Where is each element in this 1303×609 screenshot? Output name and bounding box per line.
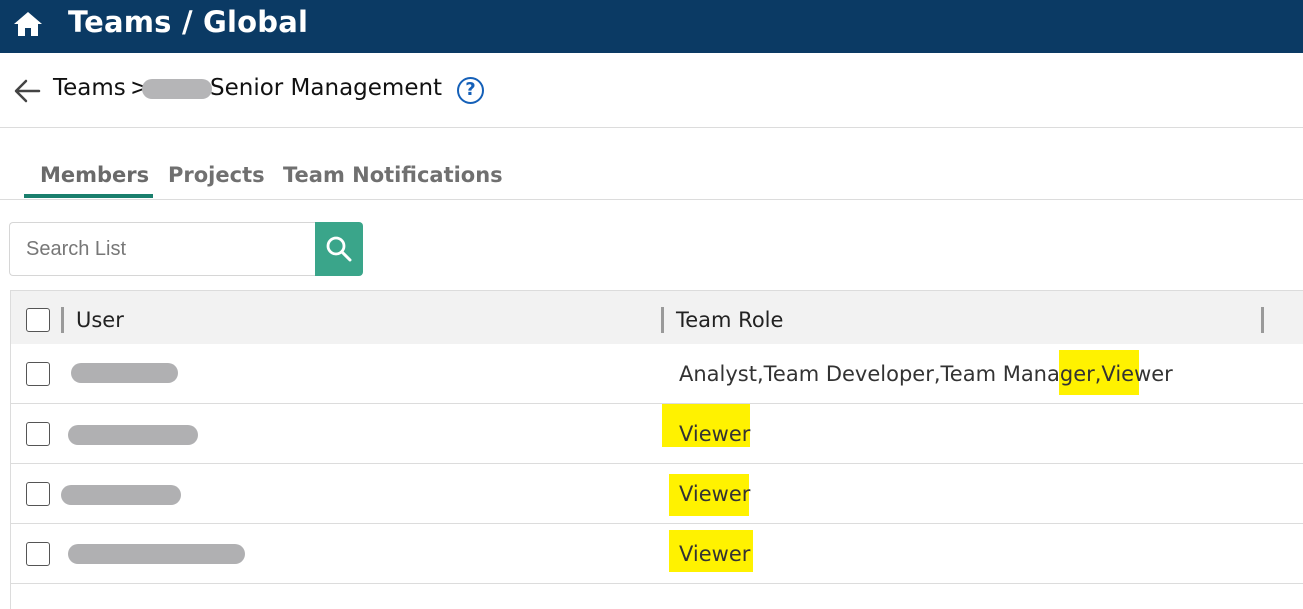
search-button[interactable] xyxy=(315,222,363,276)
redacted-username xyxy=(68,425,198,445)
active-tab-indicator xyxy=(24,194,153,198)
tab-members[interactable]: Members xyxy=(40,163,149,187)
breadcrumb-current: Senior Management xyxy=(210,75,443,101)
tab-bar: Members Projects Team Notifications xyxy=(0,128,1303,200)
team-role-cell: Viewer xyxy=(679,482,751,506)
home-icon[interactable] xyxy=(12,10,44,38)
team-role-cell: Viewer xyxy=(679,542,751,566)
breadcrumb: Teams > Senior Management ? xyxy=(0,53,1303,128)
column-resize-handle[interactable] xyxy=(661,307,664,333)
table-header: User Team Role xyxy=(11,290,1303,344)
row-checkbox[interactable] xyxy=(26,422,50,446)
row-checkbox[interactable] xyxy=(26,482,50,506)
back-arrow-icon[interactable] xyxy=(12,77,42,105)
redacted-text xyxy=(142,79,212,99)
tab-projects[interactable]: Projects xyxy=(168,163,265,187)
redacted-username xyxy=(71,363,178,383)
column-header-user[interactable]: User xyxy=(76,308,124,332)
column-resize-handle[interactable] xyxy=(61,307,64,333)
members-table: User Team Role Analyst,Team Developer,Te… xyxy=(10,290,1303,609)
table-row[interactable]: Analyst,Team Developer,Team Manager,View… xyxy=(11,344,1303,404)
row-checkbox[interactable] xyxy=(26,542,50,566)
table-row[interactable]: Viewer xyxy=(11,404,1303,464)
role-list: Analyst,Team Developer,Team Manager, xyxy=(679,362,1102,386)
top-bar: Teams / Global xyxy=(0,0,1303,53)
search-icon xyxy=(326,236,352,262)
search-input[interactable] xyxy=(9,222,316,276)
column-header-team-role[interactable]: Team Role xyxy=(676,308,783,332)
breadcrumb-teams-link[interactable]: Teams xyxy=(53,75,126,101)
help-icon[interactable]: ? xyxy=(457,77,484,104)
team-role-cell: Viewer xyxy=(679,422,751,446)
redacted-username xyxy=(68,544,245,564)
page-title: Teams / Global xyxy=(68,5,309,39)
tab-team-notifications[interactable]: Team Notifications xyxy=(283,163,503,187)
team-role-cell: Analyst,Team Developer,Team Manager,View… xyxy=(679,362,1173,386)
select-all-checkbox[interactable] xyxy=(26,308,50,332)
table-row[interactable]: Viewer xyxy=(11,524,1303,584)
role-viewer: Viewer xyxy=(1101,362,1173,386)
row-checkbox[interactable] xyxy=(26,362,50,386)
redacted-username xyxy=(61,485,181,505)
column-resize-handle[interactable] xyxy=(1261,307,1264,333)
table-row[interactable]: Viewer xyxy=(11,464,1303,524)
